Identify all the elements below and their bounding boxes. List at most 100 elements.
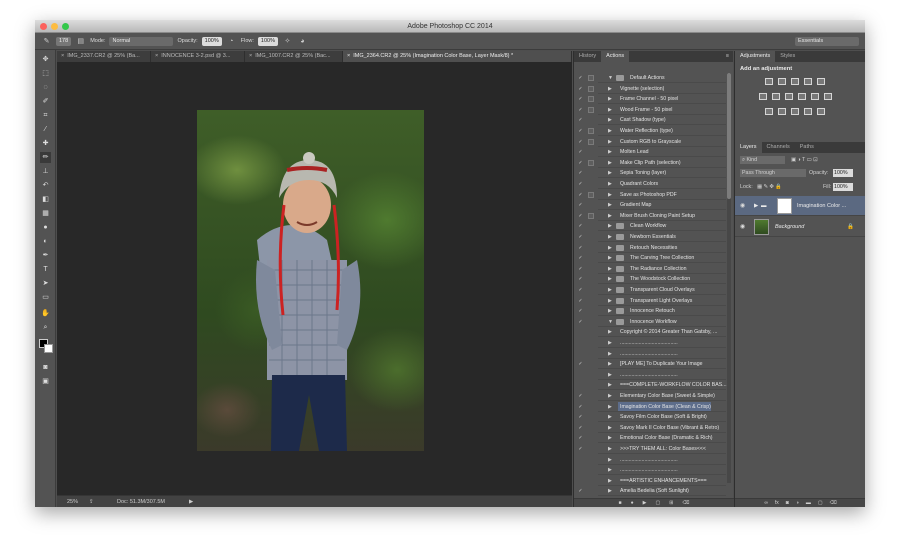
action-row[interactable]: ✓ ▶ Vignette (selection) (574, 84, 734, 94)
toggle-check-icon[interactable]: ✓ (577, 158, 584, 168)
toggle-check-icon[interactable]: ✓ (577, 200, 584, 210)
dialog-toggle-icon[interactable] (588, 138, 594, 145)
selective-color-icon[interactable] (817, 108, 825, 115)
toggle-check-icon[interactable]: ✓ (577, 190, 584, 200)
dialog-toggle-icon[interactable] (588, 212, 594, 219)
tab-styles[interactable]: Styles (775, 51, 800, 62)
dialog-toggle-icon[interactable] (588, 96, 594, 103)
color-balance-icon[interactable] (772, 93, 780, 100)
layer-kind-filter[interactable]: ⌕ Kind (740, 156, 785, 164)
fx-icon[interactable]: fx (775, 499, 779, 507)
action-row[interactable]: ▶.......................................… (574, 455, 734, 465)
adjustment-layer-icon[interactable]: ◑ (796, 499, 799, 507)
quick-selection-tool-icon[interactable]: ✐ (40, 96, 51, 107)
history-brush-tool-icon[interactable]: ↶ (40, 180, 51, 191)
action-row[interactable]: ✓ ▶ Amelia Bedelia (Soft Sunlight) (574, 486, 734, 497)
layer-row-background[interactable]: ◉ Background 🔒 (735, 217, 865, 237)
action-row[interactable]: ✓ ▶ >>>TRY THEM ALL: Color Bases<<< (574, 444, 734, 454)
toggle-check-icon[interactable]: ✓ (577, 433, 584, 443)
action-row[interactable]: ✓ ▶ Gradient Map (574, 200, 734, 211)
doc-tab[interactable]: × IMG_1007.CR2 @ 25% (Bac... (245, 51, 343, 62)
toggle-check-icon[interactable]: ✓ (577, 73, 584, 83)
threshold-icon[interactable] (791, 108, 799, 115)
curves-icon[interactable] (791, 78, 799, 85)
toggle-check-icon[interactable]: ✓ (577, 126, 584, 136)
toggle-check-icon[interactable]: ✓ (577, 285, 584, 295)
quick-mask-icon[interactable]: ◙ (40, 362, 51, 373)
action-row[interactable]: ✓ ▶ Frame Channel - 50 pixel (574, 94, 734, 105)
brush-tool-preset-icon[interactable]: ✎ (41, 36, 52, 47)
tab-close-icon[interactable]: × (347, 51, 350, 62)
pen-tool-icon[interactable]: ✒ (40, 250, 51, 261)
action-row[interactable]: ✓ ▶ The Radiance Collection (574, 264, 734, 274)
tab-adjustments[interactable]: Adjustments (735, 51, 776, 62)
zoom-tool-icon[interactable]: ⌕ (40, 322, 51, 333)
status-menu-arrow-icon[interactable]: ▶ (189, 496, 193, 507)
brush-tool-icon[interactable]: ✏ (40, 152, 51, 163)
trash-icon[interactable]: ⌫ (682, 499, 689, 507)
doc-tab[interactable]: × IMG_2337.CR2 @ 25% (Ba... (57, 51, 151, 62)
tab-close-icon[interactable]: × (249, 51, 252, 62)
panel-menu-icon[interactable]: ≡ (726, 51, 733, 62)
tab-close-icon[interactable]: × (61, 51, 64, 62)
record-icon[interactable]: ● (631, 499, 634, 507)
action-row[interactable]: ▶.......................................… (574, 349, 734, 359)
toggle-check-icon[interactable]: ✓ (577, 359, 584, 369)
tab-close-icon[interactable]: × (155, 51, 158, 62)
clone-stamp-tool-icon[interactable]: ⊥ (40, 166, 51, 177)
toggle-check-icon[interactable]: ✓ (577, 211, 584, 221)
add-mask-icon[interactable]: ◙ (786, 499, 789, 507)
marquee-tool-icon[interactable]: ⬚ (40, 68, 51, 79)
action-row[interactable]: ✓ ▶ Emotional Color Base (Dramatic & Rich) (574, 433, 734, 444)
tab-history[interactable]: History (574, 51, 601, 62)
action-row[interactable]: ✓ ▶ Wood Frame - 50 pixel (574, 105, 734, 115)
action-row[interactable]: ✓ ▶ Save as Photoshop PDF (574, 190, 734, 200)
action-row[interactable]: ✓ ▶ Molten Lead (574, 147, 734, 158)
lasso-tool-icon[interactable]: ◌ (40, 82, 51, 93)
toggle-check-icon[interactable]: ✓ (577, 253, 584, 263)
toggle-check-icon[interactable]: ✓ (577, 115, 584, 125)
layer-name[interactable]: Background (775, 217, 804, 237)
zoom-level[interactable]: 25% (67, 496, 78, 507)
new-action-icon[interactable]: ⊞ (669, 499, 673, 507)
eraser-tool-icon[interactable]: ◧ (40, 194, 51, 205)
airbrush-icon[interactable]: ✧ (282, 36, 293, 47)
toggle-check-icon[interactable]: ✓ (577, 444, 584, 454)
close-window-button[interactable] (40, 23, 47, 30)
action-row[interactable]: ✓ ▶ Innocence Retouch (574, 306, 734, 317)
layer-mask-thumbnail[interactable] (777, 198, 792, 214)
eyedropper-tool-icon[interactable]: ⁄ (40, 124, 51, 135)
action-row[interactable]: ✓ ▶ [PLAY ME] To Duplicate Your Image (574, 359, 734, 370)
channel-mixer-icon[interactable] (811, 93, 819, 100)
gradient-map-icon[interactable] (804, 108, 812, 115)
toggle-check-icon[interactable]: ✓ (577, 412, 584, 422)
action-row[interactable]: ✓ ▶ Clean Workflow (574, 221, 734, 232)
share-icon[interactable]: ⇪ (89, 496, 94, 507)
actions-scrollbar[interactable] (727, 73, 731, 483)
new-group-icon[interactable]: ▬ (806, 499, 811, 507)
background-color-swatch[interactable] (44, 344, 53, 353)
toggle-check-icon[interactable]: ✓ (577, 296, 584, 306)
action-row[interactable]: ✓ ▶ The Carving Tree Collection (574, 253, 734, 264)
invert-icon[interactable] (765, 108, 773, 115)
toggle-check-icon[interactable]: ✓ (577, 306, 584, 316)
toggle-check-icon[interactable]: ✓ (577, 147, 584, 157)
toggle-check-icon[interactable]: ✓ (577, 243, 584, 253)
play-icon[interactable]: ▶ (643, 499, 647, 507)
stop-icon[interactable]: ■ (619, 499, 622, 507)
toggle-check-icon[interactable]: ✓ (577, 105, 584, 115)
action-row[interactable]: ▶ ===ARTISTIC ENHANCEMENTS=== (574, 476, 734, 486)
action-row[interactable]: ✓ ▶ Transparent Cloud Overlays (574, 285, 734, 295)
toggle-check-icon[interactable]: ✓ (577, 84, 584, 94)
link-layers-icon[interactable]: ∞ (764, 499, 768, 507)
toggle-check-icon[interactable]: ✓ (577, 274, 584, 284)
posterize-icon[interactable] (778, 108, 786, 115)
tab-channels[interactable]: Channels (762, 142, 795, 153)
layer-row-imagination[interactable]: ◉ ▶ ▬ Imagination Color ... (735, 196, 865, 216)
layer-name[interactable]: Imagination Color ... (797, 196, 846, 216)
action-row[interactable]: ✓ ▶ Water Reflection (type) (574, 126, 734, 136)
new-set-icon[interactable]: ▢ (655, 499, 660, 507)
type-tool-icon[interactable]: T (40, 264, 51, 275)
toggle-check-icon[interactable]: ✓ (577, 137, 584, 147)
brightness-contrast-icon[interactable] (765, 78, 773, 85)
